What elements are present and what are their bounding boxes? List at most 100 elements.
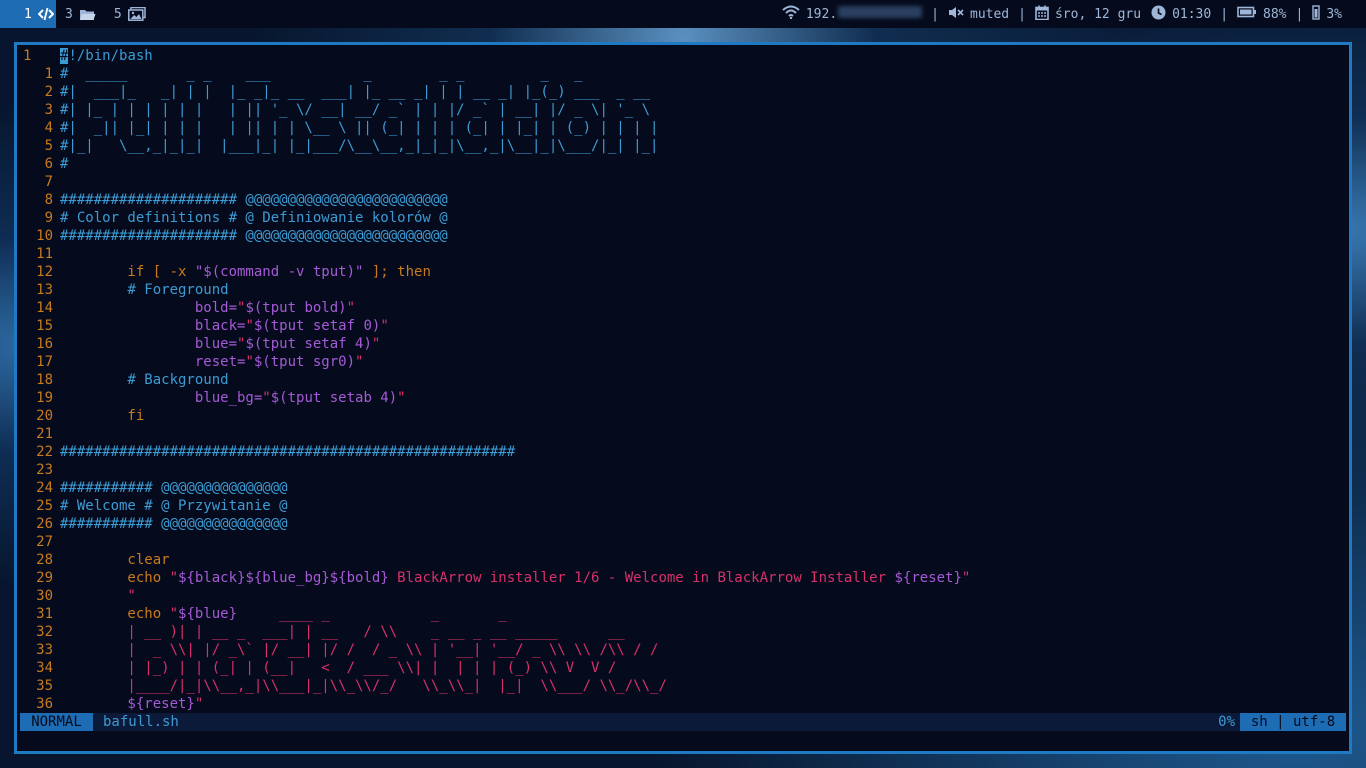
code-line[interactable]: 24 ########### @@@@@@@@@@@@@@@ (23, 479, 1343, 497)
code-line[interactable]: 27 (23, 533, 1343, 551)
code-line[interactable]: 34 | |_) | | (_| | (__| < / ___ \\| | | … (23, 659, 1343, 677)
battery-label: 88% (1263, 6, 1287, 22)
code-token: #| |_ | | | | | | | || '_ \/ __| __/ _` … (60, 102, 651, 118)
workspace-5[interactable]: 5 (105, 0, 155, 28)
code-line[interactable]: 26 ########### @@@@@@@@@@@@@@@ (23, 515, 1343, 533)
image-icon (127, 7, 146, 21)
code-line[interactable]: 20 fi (23, 407, 1343, 425)
time-label: 01:30 (1172, 6, 1212, 22)
network-status[interactable]: 192. (782, 5, 923, 23)
line-text: |____/|_|\\__,_|\\___|_|\\_\\/_/ \\_\\_|… (60, 677, 666, 695)
line-number: 29 (36, 570, 53, 586)
line-text: echo "${blue} ____ _ _ _ (60, 605, 506, 623)
code-token: # Color definitions # @ Definiowanie kol… (60, 210, 448, 226)
code-line[interactable]: 16 blue="$(tput setaf 4)" (23, 335, 1343, 353)
line-text: | __ )| | __ _ ___| | __ / \\ _ __ _ __ … (60, 623, 625, 641)
line-number: 1 (23, 48, 32, 64)
code-token: # Welcome # @ Przywitanie @ (60, 498, 288, 514)
code-token: ########### @@@@@@@@@@@@@@@ (60, 516, 288, 532)
line-text: ${reset}" (60, 695, 203, 713)
volume-status[interactable]: muted (948, 6, 1009, 23)
line-number: 34 (36, 660, 53, 676)
code-token: " (397, 390, 406, 406)
code-line[interactable]: 10 ##################### @@@@@@@@@@@@@@@@… (23, 227, 1343, 245)
date-status[interactable]: śro, 12 gru (1035, 5, 1141, 24)
code-line[interactable]: 9 # Color definitions # @ Definiowanie ko… (23, 209, 1343, 227)
code-line[interactable]: 35 |____/|_|\\__,_|\\___|_|\\_\\/_/ \\_\… (23, 677, 1343, 695)
separator: | (1018, 6, 1026, 22)
code-token: ${reset} (894, 570, 962, 586)
code-line[interactable]: 5 #|_| \__,_|_|_| |___|_| |_|___/\__\__,_… (23, 137, 1343, 155)
code-line[interactable]: 30 " (23, 587, 1343, 605)
line-text: #|_| \__,_|_|_| |___|_| |_|___/\__\__,_|… (60, 137, 658, 155)
code-token: ##################### @@@@@@@@@@@@@@@@@@… (60, 192, 448, 208)
code-line[interactable]: 12 if [ -x "$(command -v tput)" ]; then (23, 263, 1343, 281)
code-line[interactable]: 36 ${reset}" (23, 695, 1343, 713)
code-token: ]; then (363, 264, 431, 280)
code-line[interactable]: 18 # Background (23, 371, 1343, 389)
code-token: " (355, 354, 364, 370)
workspace-1[interactable]: 1 (0, 0, 56, 28)
code-line[interactable]: 28 clear (23, 551, 1343, 569)
battery-icon (1237, 6, 1257, 22)
line-text: # (60, 155, 68, 173)
code-token: | __ )| | __ _ ___| | __ / \\ _ __ _ __ … (60, 624, 625, 640)
code-token: " (169, 606, 179, 622)
code-line[interactable]: 31 echo "${blue} ____ _ _ _ (23, 605, 1343, 623)
terminal-window[interactable]: 1 #!/bin/bash 1 # _____ _ _ ___ _ _ _ _ _ 2 #… (14, 42, 1352, 754)
line-number: 11 (36, 246, 53, 262)
line-text: | _ \\| |/ _\` |/ __| |/ / / _ \\ | '__|… (60, 641, 658, 659)
code-token: # Background (60, 372, 229, 388)
line-number: 3 (44, 102, 53, 118)
code-token: # Foreground (60, 282, 229, 298)
line-number: 26 (36, 516, 53, 532)
code-line[interactable]: 2 #| ___|_ _| | | |_ _|_ __ ___| |_ __ _|… (23, 83, 1343, 101)
code-token: " (169, 570, 179, 586)
cpu-status[interactable]: 3% (1312, 4, 1342, 24)
mode-indicator: NORMAL (20, 713, 93, 731)
line-number: 22 (36, 444, 53, 460)
code-line[interactable]: 17 reset="$(tput sgr0)" (23, 353, 1343, 371)
code-line[interactable]: 1 # _____ _ _ ___ _ _ _ _ _ (23, 65, 1343, 83)
code-line[interactable]: 7 (23, 173, 1343, 191)
line-text: # Background (60, 371, 229, 389)
code-line[interactable]: 32 | __ )| | __ _ ___| | __ / \\ _ __ _ … (23, 623, 1343, 641)
editor-buffer[interactable]: 1 #!/bin/bash 1 # _____ _ _ ___ _ _ _ _ _ 2 #… (23, 47, 1343, 713)
code-line[interactable]: 3 #| |_ | | | | | | | || '_ \/ __| __/ _`… (23, 101, 1343, 119)
code-line[interactable]: 6 # (23, 155, 1343, 173)
volume-label: muted (970, 6, 1010, 22)
code-line[interactable]: 8 ##################### @@@@@@@@@@@@@@@@@… (23, 191, 1343, 209)
time-status[interactable]: 01:30 (1151, 5, 1211, 24)
workspace-3[interactable]: 3 (56, 0, 105, 28)
code-line[interactable]: 13 # Foreground (23, 281, 1343, 299)
code-token: #| ___|_ _| | | |_ _|_ __ ___| |_ __ _| … (60, 84, 651, 100)
code-line[interactable]: 22 ######################################… (23, 443, 1343, 461)
code-token: ########### @@@@@@@@@@@@@@@ (60, 480, 288, 496)
code-line[interactable]: 14 bold="$(tput bold)" (23, 299, 1343, 317)
scroll-percent: 0% (1218, 714, 1235, 730)
code-line[interactable]: 1 #!/bin/bash (23, 47, 1343, 65)
code-line[interactable]: 23 (23, 461, 1343, 479)
code-token: echo (60, 570, 170, 586)
line-number: 23 (36, 462, 53, 478)
separator: | (1220, 6, 1229, 22)
ip-redaction (838, 6, 923, 18)
code-line[interactable]: 15 black="$(tput setaf 0)" (23, 317, 1343, 335)
battery-status[interactable]: 88% (1237, 6, 1287, 22)
code-line[interactable]: 4 #| _|| |_| | | | | || | | \__ \ || (_| … (23, 119, 1343, 137)
code-line[interactable]: 11 (23, 245, 1343, 263)
code-line[interactable]: 29 echo "${black}${blue_bg}${bold} Black… (23, 569, 1343, 587)
code-line[interactable]: 25 # Welcome # @ Przywitanie @ (23, 497, 1343, 515)
code-token: $(tput setab 4) (270, 390, 398, 406)
code-token: fi (60, 408, 145, 424)
network-ip: 192. (806, 6, 923, 22)
wifi-icon (782, 5, 800, 23)
line-number: 27 (36, 534, 53, 550)
cpu-bar-icon (1312, 4, 1321, 24)
line-number: 8 (44, 192, 53, 208)
code-line[interactable]: 33 | _ \\| |/ _\` |/ __| |/ / / _ \\ | '… (23, 641, 1343, 659)
code-token: #| _|| |_| | | | | || | | \__ \ || (_| |… (60, 120, 659, 136)
code-token: !/bin/bash (68, 48, 153, 64)
code-line[interactable]: 19 blue_bg="$(tput setab 4)" (23, 389, 1343, 407)
code-line[interactable]: 21 (23, 425, 1343, 443)
